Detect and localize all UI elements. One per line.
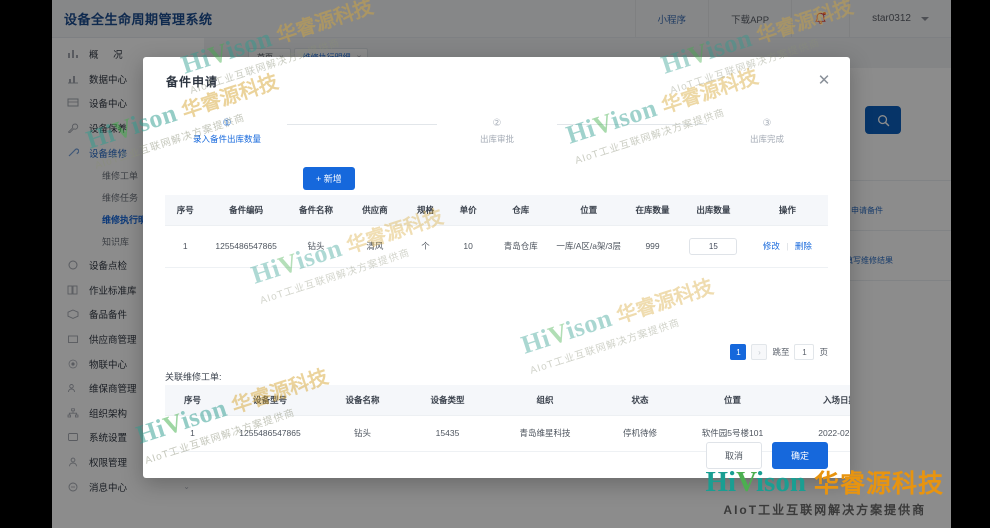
letterbox-right — [951, 0, 990, 528]
spare-parts-application-dialog: 备件申请 ✕ ① 录入备件出库数量 ② 出库审批 ③ 出库完成 + 新增 序号 … — [143, 57, 850, 478]
col-status: 状态 — [600, 385, 680, 416]
col-price: 单价 — [446, 195, 490, 226]
col-actions: 操作 — [746, 195, 828, 226]
cell-price: 10 — [446, 225, 490, 268]
col-location: 位置 — [680, 385, 785, 416]
cell-actions: 修改 | 删除 — [746, 225, 828, 268]
col-part-name: 备件名称 — [286, 195, 346, 226]
cell-part-code: 1255486547865 — [205, 225, 287, 268]
pagination: 1 › 跳至 页 — [730, 344, 828, 360]
col-in-stock: 在库数量 — [625, 195, 680, 226]
cell-index: 1 — [165, 225, 206, 268]
table-header-row: 序号 设备型号 设备名称 设备类型 组织 状态 位置 入场日期 — [165, 385, 850, 416]
col-out-qty: 出库数量 — [679, 195, 747, 226]
step-label: 出库完成 — [749, 134, 784, 144]
cell-spec: 个 — [404, 225, 447, 268]
col-index: 序号 — [165, 195, 206, 226]
out-quantity-input[interactable] — [689, 238, 738, 255]
col-supplier: 供应商 — [345, 195, 405, 226]
col-device-type: 设备类型 — [405, 385, 490, 416]
table-header-row: 序号 备件编码 备件名称 供应商 规格 单价 仓库 位置 在库数量 出库数量 操… — [165, 195, 828, 226]
cell-in-stock: 999 — [625, 225, 680, 268]
next-page-button[interactable]: › — [751, 344, 768, 360]
col-device-model: 设备型号 — [220, 385, 320, 416]
dialog-title: 备件申请 — [166, 75, 219, 89]
step-label: 录入备件出库数量 — [192, 134, 261, 144]
step-3: ③ 出库完成 — [707, 117, 827, 145]
step-label: 出库审批 — [479, 134, 514, 144]
add-row-container: + 新增 — [303, 167, 355, 190]
cell-location: 一库/A区/a架/3层 — [552, 225, 626, 268]
close-icon[interactable]: ✕ — [816, 73, 832, 89]
col-location: 位置 — [552, 195, 626, 226]
action-separator: | — [786, 240, 789, 251]
col-part-code: 备件编码 — [205, 195, 287, 226]
col-warehouse: 仓库 — [489, 195, 553, 226]
col-device-name: 设备名称 — [320, 385, 405, 416]
step-number: ② — [492, 118, 502, 129]
cell-supplier: 清风 — [345, 225, 405, 268]
step-connector — [287, 124, 437, 125]
cell-part-name: 钻头 — [286, 225, 346, 268]
page-1-button[interactable]: 1 — [730, 344, 747, 360]
logo-brand-en: HiVison — [705, 465, 806, 498]
logo-brand-cn: 华睿源科技 — [813, 470, 944, 498]
col-spec: 规格 — [404, 195, 447, 226]
col-entry-date: 入场日期 — [785, 385, 850, 416]
col-index: 序号 — [165, 385, 220, 416]
brand-logo: HiVison 华睿源科技 AIoT工业互联网解决方案提供商 — [706, 464, 945, 518]
step-1: ① 录入备件出库数量 — [167, 117, 287, 145]
jump-to-label: 跳至 — [772, 347, 790, 357]
step-connector — [557, 124, 707, 125]
related-orders-label: 关联维修工单: — [165, 372, 222, 382]
table-row: 1 1255486547865 钻头 清风 个 10 青岛仓库 一库/A区/a架… — [165, 225, 828, 268]
page-unit-label: 页 — [819, 347, 828, 357]
step-2: ② 出库审批 — [437, 117, 557, 145]
logo-line-1: HiVison 华睿源科技 — [706, 464, 945, 500]
step-number: ③ — [762, 118, 772, 129]
app-root: 设备全生命周期管理系统 小程序 下载APP star0312 概 况 数据中心 — [0, 0, 990, 528]
letterbox-left — [0, 0, 52, 528]
col-org: 组织 — [490, 385, 600, 416]
cell-warehouse: 青岛仓库 — [489, 225, 553, 268]
jump-page-input[interactable] — [794, 344, 815, 360]
parts-table: 序号 备件编码 备件名称 供应商 规格 单价 仓库 位置 在库数量 出库数量 操… — [165, 195, 828, 268]
step-number: ① — [222, 118, 232, 129]
edit-link[interactable]: 修改 — [763, 241, 780, 251]
add-button[interactable]: + 新增 — [303, 167, 355, 190]
logo-tagline: AIoT工业互联网解决方案提供商 — [723, 503, 927, 517]
cell-out-qty — [679, 225, 747, 268]
delete-link[interactable]: 删除 — [795, 241, 812, 251]
steps-indicator: ① 录入备件出库数量 ② 出库审批 ③ 出库完成 — [167, 117, 827, 145]
